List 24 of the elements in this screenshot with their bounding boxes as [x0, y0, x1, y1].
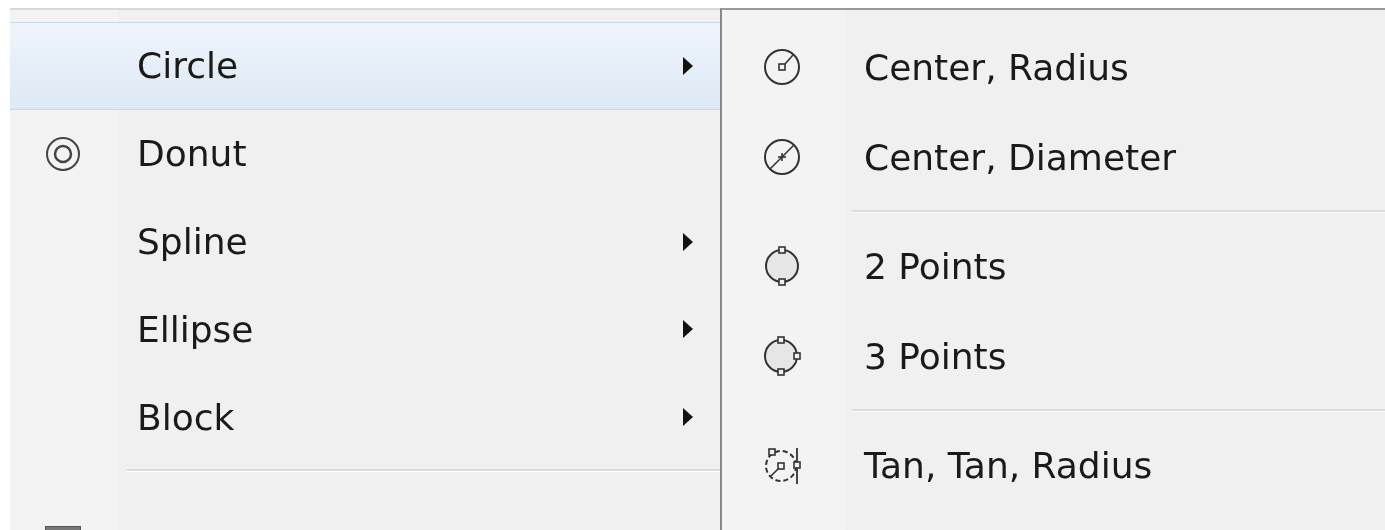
menu-item-label: Spline [137, 221, 248, 263]
menu-item-label: Circle [137, 45, 239, 87]
menu-item[interactable]: Center, Radius [722, 22, 1385, 112]
circle-diameter-icon [761, 136, 803, 178]
menu-item[interactable]: 2 Points [722, 221, 1385, 311]
menu-item[interactable]: 3 Points [722, 311, 1385, 401]
menu-item[interactable]: Donut [10, 109, 720, 198]
menu-item-label: Block [137, 396, 235, 438]
donut-icon [44, 135, 81, 172]
menu-item-label: Center, Diameter [864, 136, 1177, 178]
circle-three-points-icon [761, 335, 803, 377]
menu-item-label: 2 Points [864, 245, 1007, 287]
menu-item-label: Tan, Tan, Radius [864, 444, 1153, 486]
menu-item[interactable]: Ellipse [10, 285, 720, 374]
menu-item[interactable]: Tan, Tan, Radius [722, 420, 1385, 510]
menu-item-label: 3 Points [864, 335, 1007, 377]
menu-item-label: Center, Radius [864, 46, 1129, 88]
circle-radius-icon [761, 46, 803, 88]
menu-item[interactable]: Center, Diameter [722, 112, 1385, 202]
menu-item[interactable]: Spline [10, 197, 720, 286]
menu-item-label: Ellipse [137, 308, 254, 350]
menu-item[interactable]: Block [10, 373, 720, 462]
menu-item-label: Donut [137, 133, 247, 175]
menu-item[interactable]: Circle [10, 22, 720, 110]
